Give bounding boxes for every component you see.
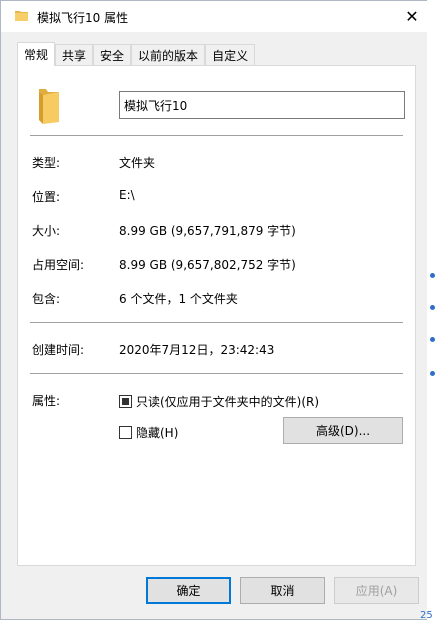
- close-icon: ✕: [405, 7, 419, 26]
- tab-security[interactable]: 安全: [93, 44, 132, 65]
- window-title: 模拟飞行10 属性: [37, 11, 129, 25]
- tab-sharing[interactable]: 共享: [55, 44, 94, 65]
- attributes-label: 属性:: [32, 394, 61, 408]
- tab-general[interactable]: 常规: [17, 42, 56, 66]
- close-button[interactable]: ✕: [392, 1, 432, 32]
- background-dot: [430, 371, 435, 376]
- hidden-checkbox[interactable]: [119, 426, 132, 439]
- background-text: 25: [420, 610, 433, 621]
- background-window-edge: [427, 0, 435, 622]
- location-label: 位置:: [32, 190, 61, 204]
- contains-label: 包含:: [32, 292, 61, 306]
- size-label: 大小:: [32, 224, 61, 238]
- created-label: 创建时间:: [32, 343, 85, 357]
- size-value: 8.99 GB (9,657,791,879 字节): [119, 224, 296, 238]
- readonly-checkbox[interactable]: [119, 395, 132, 408]
- created-value: 2020年7月12日，23:42:43: [119, 343, 275, 357]
- cancel-button[interactable]: 取消: [240, 577, 325, 604]
- tab-previous-versions[interactable]: 以前的版本: [131, 44, 206, 65]
- location-value: E:\: [119, 188, 135, 202]
- background-dot: [430, 337, 435, 342]
- title-bar: 模拟飞行10 属性 ✕: [1, 1, 432, 32]
- hidden-checkbox-row[interactable]: 隐藏(H): [119, 424, 178, 441]
- tab-bar: 常规 共享 安全 以前的版本 自定义: [17, 42, 256, 66]
- size-on-disk-value: 8.99 GB (9,657,802,752 字节): [119, 258, 296, 272]
- advanced-button[interactable]: 高级(D)...: [283, 417, 403, 444]
- tab-customize[interactable]: 自定义: [205, 44, 256, 65]
- background-dot: [430, 305, 435, 310]
- folder-icon: [15, 11, 28, 21]
- hidden-label: 隐藏(H): [136, 426, 179, 440]
- general-panel: 类型: 文件夹 位置: E:\ 大小: 8.99 GB (9,657,791,8…: [17, 65, 416, 566]
- readonly-label: 只读(仅应用于文件夹中的文件)(R): [136, 395, 320, 409]
- type-value: 文件夹: [119, 156, 156, 170]
- background-dot: [430, 273, 435, 278]
- indeterminate-mark: [122, 398, 129, 405]
- divider: [30, 322, 403, 323]
- apply-button[interactable]: 应用(A): [334, 577, 419, 604]
- divider: [30, 373, 403, 374]
- folder-icon: [39, 89, 59, 124]
- readonly-checkbox-row[interactable]: 只读(仅应用于文件夹中的文件)(R): [119, 393, 319, 410]
- size-on-disk-label: 占用空间:: [32, 258, 85, 272]
- divider: [30, 135, 403, 136]
- type-label: 类型:: [32, 156, 61, 170]
- contains-value: 6 个文件，1 个文件夹: [119, 292, 238, 306]
- ok-button[interactable]: 确定: [146, 577, 231, 604]
- properties-dialog: 模拟飞行10 属性 ✕ 常规 共享 安全 以前的版本 自定义 类型: 文件夹 位…: [0, 0, 433, 620]
- folder-name-input[interactable]: [119, 91, 405, 119]
